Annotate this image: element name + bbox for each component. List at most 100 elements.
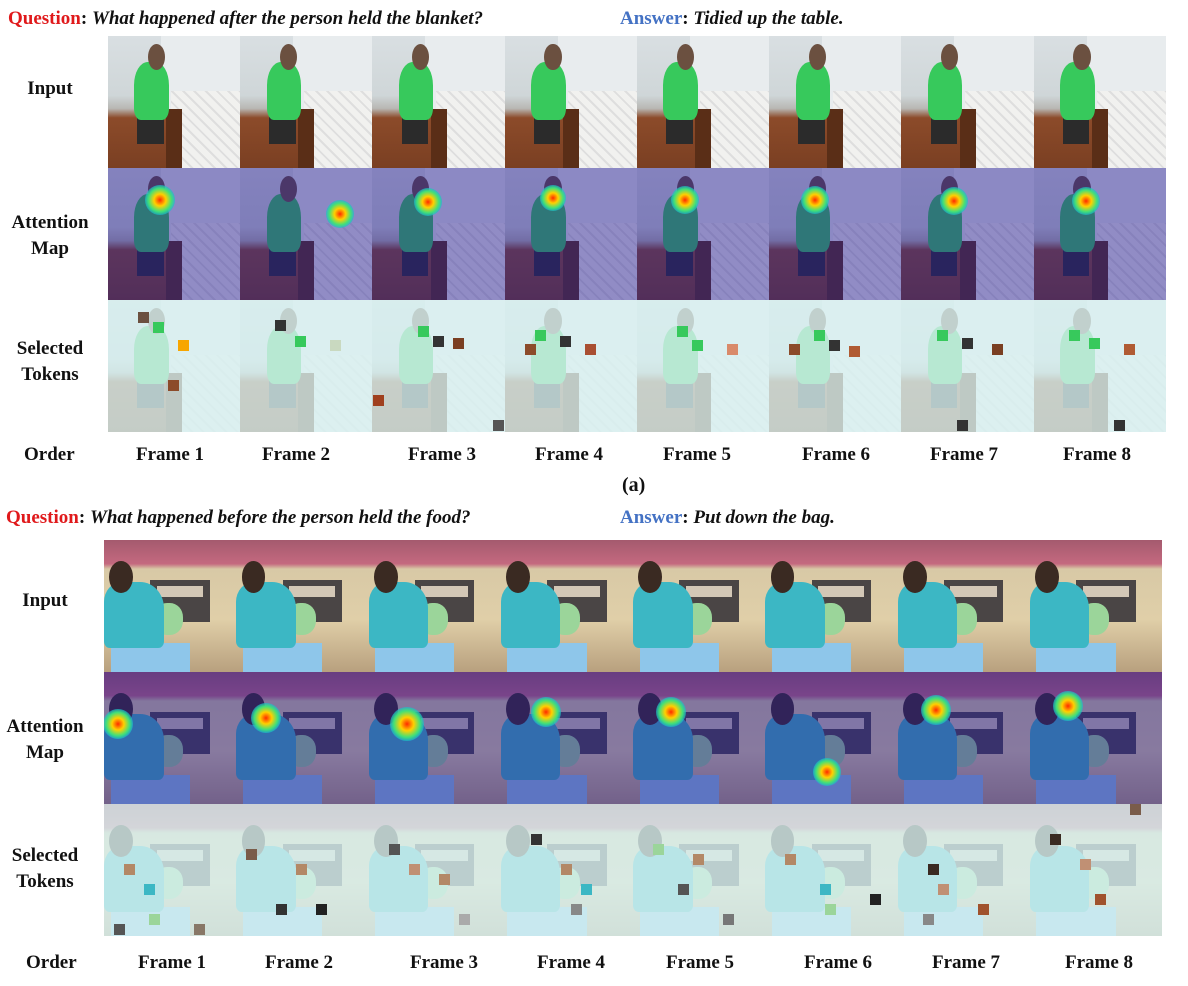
frame-input-4	[504, 36, 637, 168]
selected-token	[849, 346, 861, 357]
frame-selected-5	[633, 804, 766, 936]
selected-token	[559, 336, 571, 347]
selected-token	[991, 344, 1003, 355]
answer-key: Answer	[620, 507, 683, 528]
question-line-a: Question: What happened after the person…	[8, 8, 484, 29]
frame-input-1	[108, 36, 241, 168]
selected-token	[149, 914, 160, 925]
selected-token	[789, 344, 801, 355]
row-label-selected-line2: Tokens	[16, 871, 74, 892]
selected-token	[693, 854, 704, 865]
frame-input-4	[500, 540, 633, 672]
question-key: Question	[8, 8, 81, 29]
frame-label-7: Frame 7	[932, 952, 1001, 973]
order-label-a: Order	[24, 444, 75, 465]
selected-token	[1088, 338, 1100, 349]
selected-token	[723, 914, 734, 925]
frame-input-3	[372, 36, 505, 168]
row-label-selected-line1: Selected	[11, 845, 79, 866]
frame-input-2	[240, 36, 373, 168]
frame-input-6	[765, 540, 898, 672]
frame-input-5	[637, 36, 770, 168]
frame-selected-1	[108, 300, 241, 432]
selected-token	[276, 904, 288, 915]
selected-token	[727, 344, 738, 355]
frame-selected-7	[901, 300, 1034, 432]
frame-label-3: Frame 3	[410, 952, 479, 973]
attention-hotspot	[1052, 691, 1083, 721]
attention-hotspot	[539, 185, 566, 211]
selected-token	[124, 864, 135, 875]
frame-attention-8	[1033, 168, 1166, 300]
selected-token	[825, 904, 837, 915]
selected-token	[870, 894, 882, 905]
selected-token	[677, 326, 688, 337]
answer-text: Put down the bag.	[693, 507, 835, 528]
frame-selected-4	[504, 300, 637, 432]
frame-attention-6	[765, 672, 898, 804]
selected-token	[153, 322, 164, 333]
row-label-input-b: Input	[22, 590, 68, 611]
frame-selected-3	[368, 804, 501, 936]
selected-token	[295, 336, 307, 347]
answer-key: Answer	[620, 8, 683, 29]
row-label-attention-line2: Map	[31, 238, 69, 259]
selected-token	[524, 344, 536, 355]
frame-label-2: Frame 2	[265, 952, 334, 973]
answer-line-a: Answer: Tidied up the table.	[620, 8, 844, 29]
attention-hotspot	[326, 200, 355, 228]
frame-label-5: Frame 5	[663, 444, 732, 465]
selected-token	[1094, 894, 1106, 905]
frame-label-2: Frame 2	[262, 444, 331, 465]
frame-selected-2	[236, 804, 369, 936]
frame-selected-6	[765, 804, 898, 936]
frame-label-6: Frame 6	[802, 444, 871, 465]
frame-label-7: Frame 7	[930, 444, 999, 465]
selected-token	[408, 864, 420, 875]
attention-hotspot	[813, 758, 842, 786]
frame-label-1: Frame 1	[136, 444, 205, 465]
selected-token	[1068, 330, 1080, 341]
selected-token	[653, 844, 664, 855]
row-label-selected-line2: Tokens	[21, 364, 79, 385]
frame-selected-3	[372, 300, 505, 432]
selected-token	[114, 924, 125, 935]
attention-hotspot	[104, 709, 133, 739]
selected-token	[936, 330, 948, 341]
selected-token	[296, 864, 308, 875]
selected-token	[584, 344, 596, 355]
frame-input-1	[104, 540, 237, 672]
frame-selected-1	[104, 804, 237, 936]
question-text: What happened before the person held the…	[89, 507, 471, 528]
selected-token	[492, 420, 504, 431]
selected-token	[937, 884, 949, 895]
selected-token	[956, 420, 968, 431]
frame-input-7	[901, 36, 1034, 168]
question-text: What happened after the person held the …	[91, 8, 484, 29]
selected-token	[1129, 804, 1141, 815]
frame-input-2	[236, 540, 369, 672]
frame-attention-3	[368, 672, 501, 804]
selected-token	[560, 864, 572, 875]
attention-hotspot	[656, 697, 686, 727]
question-line-b: Question: What happened before the perso…	[6, 507, 471, 528]
row-label-attention-a: Attention Map	[0, 210, 100, 262]
selected-token	[432, 336, 444, 347]
frame-label-8: Frame 8	[1063, 444, 1132, 465]
attention-hotspot	[251, 703, 282, 733]
frame-input-7	[897, 540, 1030, 672]
frame-attention-2	[236, 672, 369, 804]
attention-hotspot	[920, 695, 951, 725]
selected-token	[372, 395, 384, 406]
frame-input-8	[1033, 36, 1166, 168]
question-key: Question	[6, 507, 79, 528]
selected-token	[417, 326, 429, 337]
selected-token	[820, 884, 832, 895]
frame-label-6: Frame 6	[804, 952, 873, 973]
selected-token	[785, 854, 797, 865]
selected-token	[316, 904, 328, 915]
row-label-attention-line1: Attention	[6, 716, 84, 737]
frame-attention-5	[633, 672, 766, 804]
frame-input-6	[769, 36, 902, 168]
selected-token	[144, 884, 155, 895]
